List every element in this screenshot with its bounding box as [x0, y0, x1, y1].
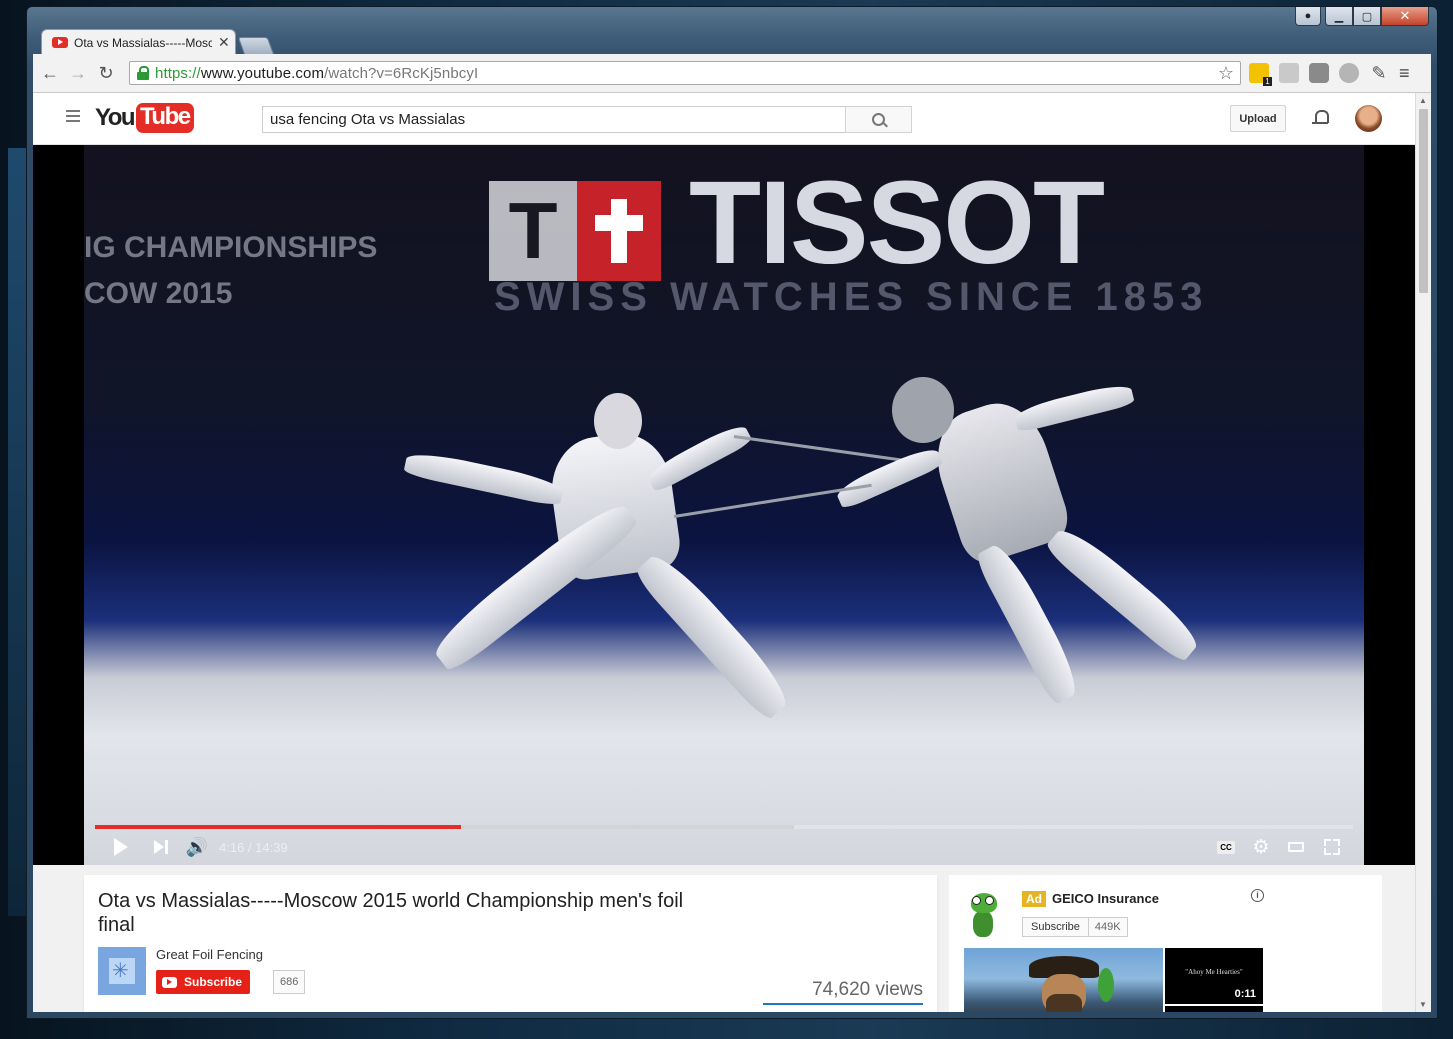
youtube-favicon-icon — [52, 37, 68, 48]
player-controls: 🔊 4:16 / 14:39 CC ⚙ — [95, 835, 1353, 859]
next-icon — [154, 840, 168, 854]
youtube-play-icon — [162, 976, 177, 988]
video-title: Ota vs Massialas-----Moscow 2015 world C… — [98, 890, 684, 936]
ad-video-thumbnail[interactable] — [964, 948, 1163, 1012]
volume-icon[interactable]: 🔊 — [185, 835, 209, 859]
video-player[interactable]: IG CHAMPIONSHIPS COW 2015 T TISSOT SWISS… — [33, 145, 1415, 865]
view-count: 74,620 views — [812, 979, 923, 1000]
page-viewport: You Tube usa fencing Ota vs Massialas Upl… — [33, 93, 1415, 1012]
address-bar[interactable]: https://www.youtube.com/watch?v=6RcKj5nb… — [129, 61, 1241, 85]
close-window-button[interactable]: ✕ — [1381, 7, 1429, 26]
fencer-left-back-leg — [427, 495, 641, 675]
profile-icon[interactable]: ● — [1295, 7, 1321, 26]
youtube-masthead: You Tube usa fencing Ota vs Massialas Upl… — [33, 93, 1415, 145]
upload-button[interactable]: Upload — [1230, 105, 1286, 132]
thumbnail-caption: "Ahoy Me Hearties" — [1185, 968, 1243, 976]
notifications-bell-icon[interactable] — [1312, 108, 1329, 126]
foil-blade-left — [733, 435, 923, 465]
video-frame[interactable]: IG CHAMPIONSHIPS COW 2015 T TISSOT SWISS… — [84, 145, 1364, 865]
fencer-left-mask — [594, 393, 642, 449]
fullscreen-button[interactable] — [1321, 835, 1343, 859]
like-ratio-bar — [763, 1003, 923, 1005]
play-icon — [114, 838, 128, 856]
search-button[interactable] — [845, 106, 912, 133]
extension-icons: ✎ ≡ — [1249, 63, 1410, 86]
info-icon[interactable]: i — [1251, 889, 1264, 902]
search-icon — [872, 113, 885, 126]
forward-arrow-icon[interactable]: → — [67, 62, 89, 84]
browser-window: ● ▁ ▢ ✕ Ota vs Massialas-----Moscow 2015… — [26, 6, 1438, 1019]
search-input[interactable]: usa fencing Ota vs Massialas — [262, 106, 846, 133]
subscribe-button[interactable]: Subscribe — [156, 970, 251, 994]
next-button[interactable] — [151, 835, 171, 859]
ad-advertiser-name[interactable]: GEICO Insurance — [1052, 891, 1159, 906]
extension-eyedropper-icon[interactable]: ✎ — [1369, 63, 1389, 83]
championship-banner: IG CHAMPIONSHIPS COW 2015 — [84, 231, 378, 310]
ad-thumbnail-strip[interactable] — [1165, 1006, 1263, 1012]
scrollbar-thumb[interactable] — [1419, 109, 1428, 293]
fencer-right-mask — [892, 377, 954, 443]
minimize-button[interactable]: ▁ — [1325, 7, 1353, 26]
cc-icon: CC — [1217, 840, 1235, 854]
lock-icon — [137, 66, 149, 80]
video-duration: 0:11 — [1231, 988, 1259, 1000]
browser-toolbar: ← → ↻ https://www.youtube.com/watch?v=6R… — [33, 54, 1431, 93]
tab-close-icon[interactable]: ✕ — [218, 34, 230, 51]
tab-title: Ota vs Massialas-----Moscow 2015 world C… — [74, 35, 212, 50]
ad-badge: Ad — [1022, 891, 1046, 907]
channel-avatar[interactable] — [98, 947, 146, 995]
maximize-button[interactable]: ▢ — [1353, 7, 1381, 26]
ad-secondary-thumbnail[interactable]: "Ahoy Me Hearties" 0:11 — [1165, 948, 1263, 1004]
subscriber-count: 686 — [273, 970, 306, 994]
sidebar-ad-card: Ad GEICO Insurance i Subscribe 449K "Aho… — [949, 875, 1382, 1012]
play-button[interactable] — [111, 835, 131, 859]
theater-icon — [1288, 842, 1304, 852]
youtube-logo[interactable]: You Tube — [95, 103, 194, 133]
chrome-menu-icon[interactable]: ≡ — [1399, 63, 1410, 83]
theater-mode-button[interactable] — [1285, 835, 1307, 859]
video-info-card: Ota vs Massialas-----Moscow 2015 world C… — [84, 875, 937, 1012]
tab-youtube[interactable]: Ota vs Massialas-----Moscow 2015 world C… — [41, 29, 236, 55]
new-tab-button[interactable] — [237, 37, 275, 55]
user-avatar[interactable] — [1355, 105, 1382, 132]
time-display: 4:16 / 14:39 — [219, 839, 288, 855]
fencer-right-back-leg — [1043, 521, 1205, 665]
tissot-tagline: SWISS WATCHES SINCE 1853 — [494, 275, 1209, 319]
back-arrow-icon[interactable]: ← — [39, 62, 61, 84]
scroll-down-arrow-icon[interactable]: ▼ — [1419, 1000, 1427, 1009]
ad-subscribe-button[interactable]: Subscribe 449K — [1022, 917, 1128, 937]
extension-grey-icon[interactable] — [1279, 63, 1299, 83]
extension-shield-icon[interactable] — [1309, 63, 1329, 83]
fencer-left-front-leg — [632, 547, 796, 723]
geico-gecko-icon[interactable] — [963, 891, 1003, 939]
extension-puzzle-icon[interactable] — [1339, 63, 1359, 83]
settings-gear-icon[interactable]: ⚙ — [1250, 835, 1272, 859]
played-bar — [95, 825, 462, 829]
channel-name[interactable]: Great Foil Fencing — [156, 947, 263, 962]
fullscreen-icon — [1324, 839, 1340, 855]
hamburger-menu-icon[interactable] — [66, 110, 80, 125]
bookmark-star-icon[interactable]: ☆ — [1218, 63, 1234, 84]
progress-bar[interactable] — [95, 825, 1353, 829]
extension-notes-icon[interactable] — [1249, 63, 1272, 86]
fencer-left-back-arm — [403, 448, 565, 508]
scroll-up-arrow-icon[interactable]: ▲ — [1419, 96, 1427, 105]
desktop-edge — [8, 148, 28, 916]
ad-subscriber-count: 449K — [1094, 921, 1121, 933]
fencer-right-back-arm — [1012, 380, 1136, 434]
captions-button[interactable]: CC — [1215, 835, 1237, 859]
tissot-wordmark: TISSOT — [689, 157, 1105, 289]
page-scrollbar[interactable]: ▲ ▼ — [1415, 93, 1431, 1012]
url-text: https://www.youtube.com/watch?v=6RcKj5nb… — [155, 64, 479, 82]
reload-icon[interactable]: ↻ — [95, 62, 117, 84]
window-controls: ● ▁ ▢ ✕ — [1295, 7, 1429, 26]
